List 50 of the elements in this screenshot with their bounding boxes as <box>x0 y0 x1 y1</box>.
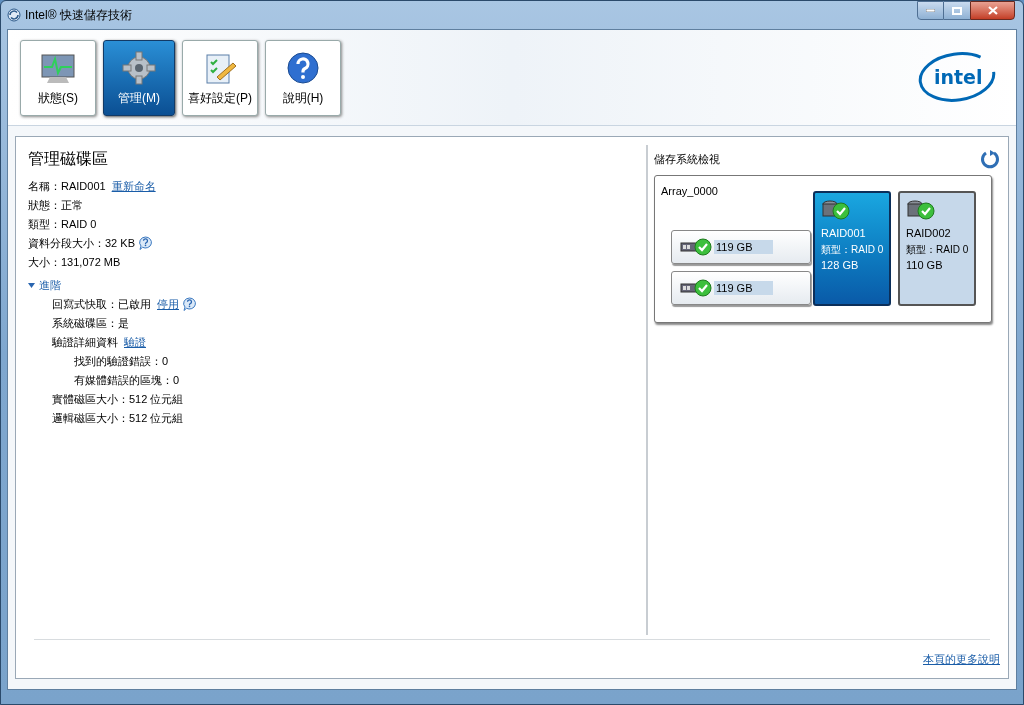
intel-logo: intel <box>918 52 996 102</box>
field-text: 找到的驗證錯誤：0 <box>74 354 169 370</box>
action-link[interactable]: 重新命名 <box>111 178 156 195</box>
array-name: Array_0000 <box>661 184 718 199</box>
close-button[interactable] <box>970 1 1015 20</box>
volume-card[interactable]: RAID001 類型：RAID 0 128 GB <box>813 191 891 306</box>
gear-icon <box>122 50 156 85</box>
field-text: 大小：131,072 MB <box>28 255 121 271</box>
refresh-icon[interactable] <box>980 149 1000 169</box>
action-link[interactable]: 驗證 <box>124 334 146 351</box>
maximize-icon <box>952 6 962 15</box>
volume-ok-icon <box>821 199 851 221</box>
field-text: 資料分段大小：32 KB <box>28 236 135 252</box>
window-title: Intel® 快速儲存技術 <box>25 7 132 24</box>
help-icon[interactable] <box>182 297 197 312</box>
action-link[interactable]: 停用 <box>157 296 179 313</box>
field-text: 有媒體錯誤的區塊：0 <box>74 373 180 389</box>
field-text: 名稱：RAID001 <box>28 179 106 195</box>
field-text: 狀態：正常 <box>28 198 83 214</box>
volume-ok-icon <box>906 199 936 221</box>
advanced-toggle[interactable]: 進階 <box>28 276 634 295</box>
field-text: 邏輯磁區大小：512 位元組 <box>52 411 184 427</box>
toolbar-tab[interactable]: 管理(M) <box>103 39 175 116</box>
toolbar-tab[interactable]: 喜好設定(P) <box>182 39 258 116</box>
minimize-icon <box>926 9 935 12</box>
minimize-button[interactable] <box>917 1 944 20</box>
app-icon <box>7 8 21 22</box>
close-icon <box>987 6 998 15</box>
monitor-icon <box>40 52 76 85</box>
help-icon[interactable] <box>137 236 153 251</box>
field-text: 實體磁區大小：512 位元組 <box>52 392 184 408</box>
toolbar-tab[interactable]: 狀態(S) <box>20 39 96 116</box>
volume-card[interactable]: RAID002 類型：RAID 0 110 GB <box>898 191 976 306</box>
field-text: 類型：RAID 0 <box>28 217 97 233</box>
disk-size: 119 GB <box>714 281 773 295</box>
field-text: 回寫式快取：已啟用 <box>52 297 151 313</box>
disk-row[interactable]: 119 GB <box>671 230 811 264</box>
disk-row[interactable]: 119 GB <box>671 271 811 305</box>
help-icon <box>286 50 320 85</box>
disk-ok-icon <box>680 238 712 256</box>
toolbar-tab[interactable]: 說明(H) <box>265 39 341 116</box>
disk-size: 119 GB <box>714 240 773 254</box>
panel-title: 儲存系統檢視 <box>654 151 720 167</box>
help-link[interactable]: 本頁的更多說明 <box>923 650 1000 668</box>
maximize-button[interactable] <box>944 1 970 20</box>
caret-icon <box>28 282 35 289</box>
disk-ok-icon <box>680 279 712 297</box>
field-text: 系統磁碟區：是 <box>52 316 129 332</box>
field-text: 驗證詳細資料 <box>52 335 118 351</box>
panel-title: 管理磁碟區 <box>28 149 109 169</box>
